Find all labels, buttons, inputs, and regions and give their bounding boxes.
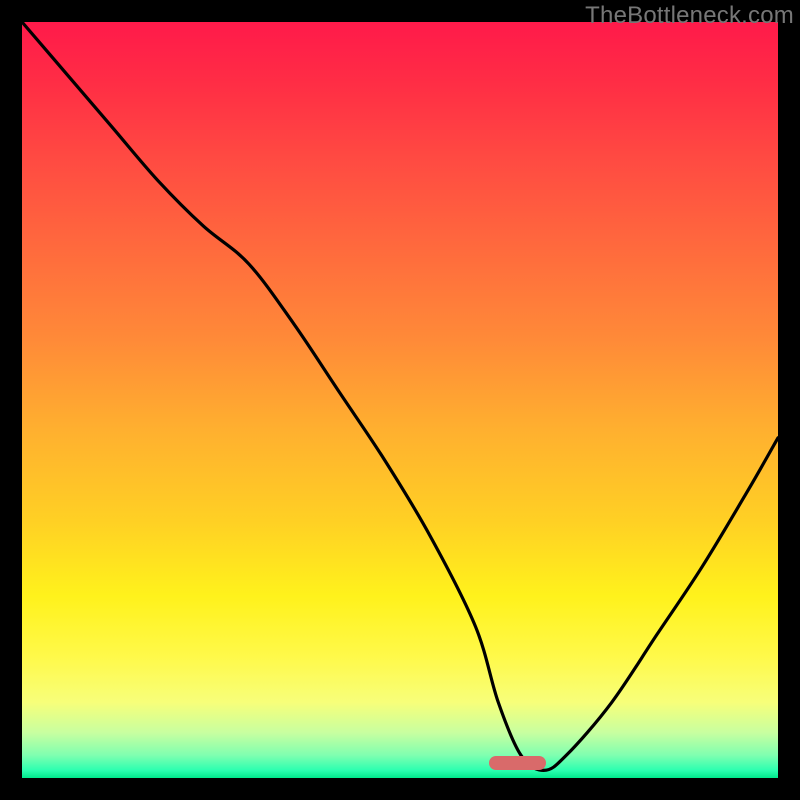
plot-frame: [22, 22, 778, 778]
optimal-range-marker: [489, 756, 546, 770]
bottleneck-curve: [22, 22, 778, 778]
watermark-text: TheBottleneck.com: [585, 2, 794, 30]
